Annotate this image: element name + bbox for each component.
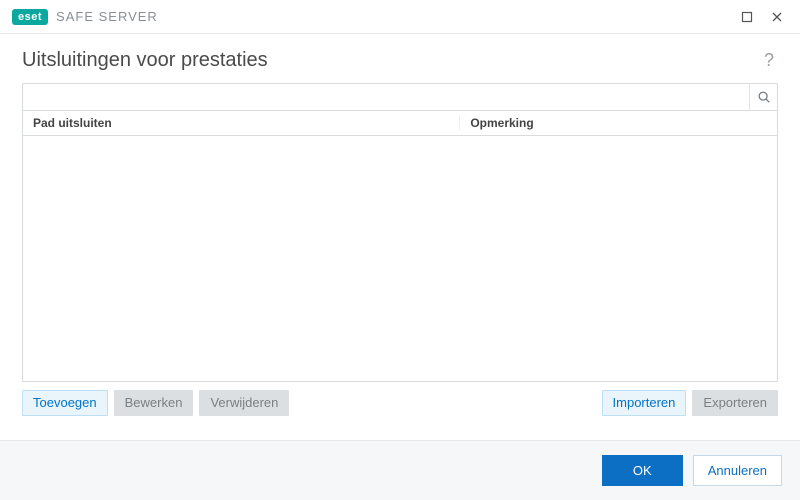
column-header-path[interactable]: Pad uitsluiten [23, 116, 460, 130]
dialog-header: Uitsluitingen voor prestaties ? [0, 34, 800, 83]
ok-button[interactable]: OK [602, 455, 683, 486]
search-icon [757, 90, 771, 104]
delete-button[interactable]: Verwijderen [199, 390, 289, 416]
table-body[interactable] [23, 136, 777, 381]
export-button[interactable]: Exporteren [692, 390, 778, 416]
search-row [22, 83, 778, 111]
search-input[interactable] [23, 84, 749, 110]
titlebar: eset SAFE SERVER [0, 0, 800, 34]
close-button[interactable] [762, 2, 792, 32]
close-icon [771, 11, 783, 23]
maximize-icon [741, 11, 753, 23]
brand-badge: eset [12, 9, 48, 25]
import-button[interactable]: Importeren [602, 390, 687, 416]
add-button[interactable]: Toevoegen [22, 390, 108, 416]
cancel-button[interactable]: Annuleren [693, 455, 782, 486]
help-icon[interactable]: ? [760, 48, 778, 73]
column-header-comment[interactable]: Opmerking [460, 116, 777, 130]
exclusions-table: Pad uitsluiten Opmerking [22, 111, 778, 382]
product-name: SAFE SERVER [56, 9, 158, 24]
table-header: Pad uitsluiten Opmerking [23, 111, 777, 136]
dialog-footer: OK Annuleren [0, 440, 800, 500]
search-button[interactable] [749, 84, 777, 110]
page-title: Uitsluitingen voor prestaties [22, 49, 760, 72]
maximize-button[interactable] [732, 2, 762, 32]
content-area: Pad uitsluiten Opmerking Toevoegen Bewer… [0, 83, 800, 416]
edit-button[interactable]: Bewerken [114, 390, 194, 416]
action-row: Toevoegen Bewerken Verwijderen Importere… [22, 382, 778, 416]
